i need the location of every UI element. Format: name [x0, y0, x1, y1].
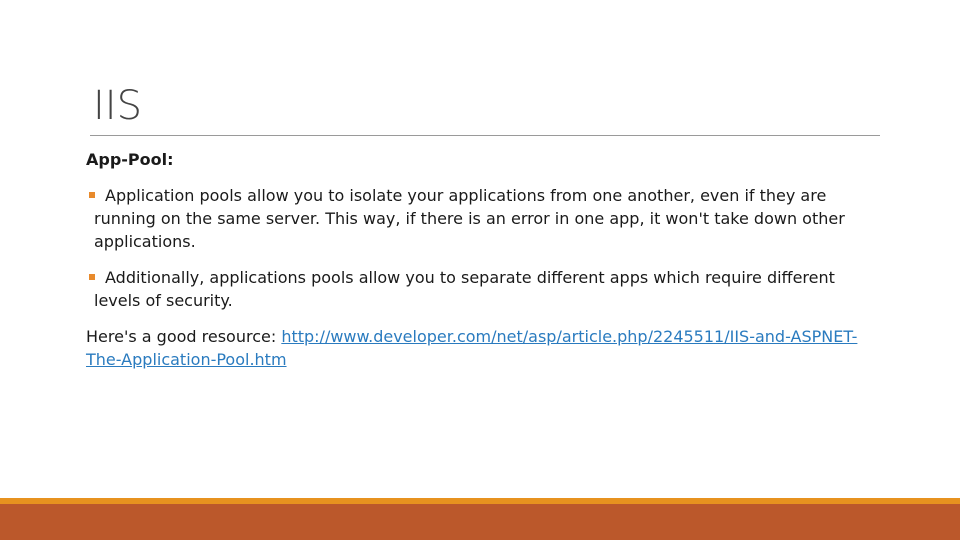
square-bullet-icon: [89, 274, 95, 280]
square-bullet-icon: [89, 192, 95, 198]
bullet-item: Application pools allow you to isolate y…: [86, 184, 876, 253]
bullet-item: Additionally, applications pools allow y…: [86, 266, 876, 312]
footer-bar: [0, 504, 960, 540]
subheading-text: App-Pool:: [86, 150, 174, 169]
slide-content: App-Pool: Application pools allow you to…: [86, 148, 876, 371]
slide: IIS App-Pool: Application pools allow yo…: [0, 0, 960, 540]
resource-line: Here's a good resource: http://www.devel…: [86, 325, 876, 371]
slide-title: IIS: [93, 83, 142, 129]
resource-prefix: Here's a good resource:: [86, 327, 282, 346]
bullet-text: Application pools allow you to isolate y…: [94, 186, 845, 251]
title-divider: [90, 135, 880, 136]
subheading: App-Pool:: [86, 148, 876, 171]
bullet-text: Additionally, applications pools allow y…: [94, 268, 835, 310]
